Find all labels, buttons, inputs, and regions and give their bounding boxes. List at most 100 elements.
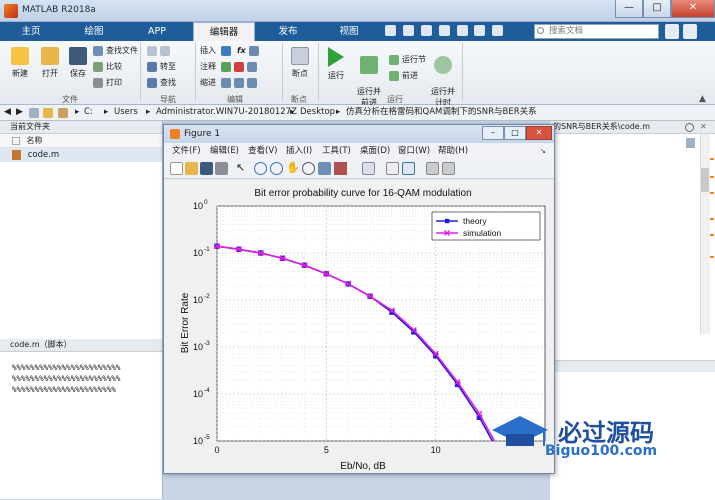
pan-icon[interactable]: ✋ <box>286 162 300 175</box>
menu-help[interactable]: 帮助(H) <box>438 143 468 159</box>
path-segment[interactable]: Desktop <box>300 105 335 120</box>
advance-button[interactable]: 前进 <box>389 69 418 82</box>
link-plot-icon[interactable] <box>362 162 375 175</box>
print-button[interactable]: 打印 <box>93 76 122 89</box>
run-button[interactable]: 运行 <box>322 47 350 81</box>
tab-plots[interactable]: 绘图 <box>68 22 120 41</box>
run-section-label: 运行节 <box>402 55 426 64</box>
select-all-checkbox[interactable] <box>12 136 20 145</box>
figure-minimize-button[interactable]: – <box>482 126 504 140</box>
run-time-button[interactable]: 运行并 计时 <box>428 47 458 108</box>
figure-maximize-button[interactable]: □ <box>504 126 526 140</box>
find-icon <box>147 77 157 88</box>
comment-button[interactable]: 注释 <box>200 60 216 73</box>
legend-marker-theory <box>445 218 450 224</box>
cut-icon[interactable] <box>402 25 414 36</box>
hide-tools-icon[interactable] <box>426 162 439 175</box>
open-button[interactable]: 打开 <box>36 47 64 79</box>
save-button[interactable]: 保存 <box>64 47 92 79</box>
figure-close-button[interactable]: ✕ <box>526 126 552 140</box>
edit-icons-row-2[interactable] <box>221 60 260 73</box>
back-icon[interactable]: ◀ <box>4 105 11 120</box>
breakpoints-label: 断点 <box>292 69 308 78</box>
close-button[interactable]: ✕ <box>671 0 715 18</box>
y-axis-label: Bit Error Rate <box>180 292 191 353</box>
code-line[interactable]: %%%%%%%%%%%%%%%%%%%%%%%% <box>0 362 162 373</box>
goto-button[interactable]: 转至 <box>147 60 176 73</box>
panel-close-icon[interactable]: ✕ <box>700 122 707 131</box>
tab-editor[interactable]: 编辑器 <box>193 22 255 41</box>
browse-folder-icon[interactable] <box>43 108 53 118</box>
fx-icon[interactable]: fx <box>237 46 246 55</box>
expand-icon[interactable] <box>683 24 697 39</box>
menu-dock-icon[interactable]: ↘ <box>540 143 546 159</box>
tab-apps[interactable]: APP <box>131 22 183 41</box>
edit-plot-icon[interactable]: ↖ <box>236 162 249 175</box>
find-button[interactable]: 查找 <box>147 76 176 89</box>
code-line[interactable]: %%%%%%%%%%%%%%%%%%%%%%% <box>0 384 162 395</box>
menu-tools[interactable]: 工具(T) <box>322 143 351 159</box>
path-segment[interactable]: 仿真分析在格雷码和QAM调制下的SNR与BER关系 <box>346 105 537 120</box>
print-figure-icon[interactable] <box>215 162 228 175</box>
up-folder-icon[interactable] <box>29 108 39 118</box>
edit-icons-row-3[interactable] <box>221 76 260 89</box>
back-forward-icons[interactable] <box>147 44 173 57</box>
find-files-button[interactable]: 查找文件 <box>93 44 138 57</box>
legend-icon[interactable] <box>402 162 415 175</box>
save-figure-icon[interactable] <box>200 162 213 175</box>
menu-window[interactable]: 窗口(W) <box>398 143 430 159</box>
zoom-out-icon[interactable] <box>270 162 283 175</box>
collapse-ribbon-icon[interactable]: ▲ <box>699 94 706 104</box>
nav-group-label: 导航 <box>160 95 176 104</box>
figure-menu-bar: 文件(F) 编辑(E) 查看(V) 插入(I) 工具(T) 桌面(D) 窗口(W… <box>164 143 554 159</box>
panel-menu-icon[interactable] <box>685 123 694 132</box>
run-time-label: 运行并 计时 <box>431 87 455 107</box>
insert-button[interactable]: 插入 <box>200 44 216 57</box>
paste-icon[interactable] <box>438 25 450 36</box>
tab-view[interactable]: 视图 <box>323 22 375 41</box>
group-separator <box>462 43 463 101</box>
address-bar: ◀ ▶ ▸ C: ▸ Users ▸ Administrator.WIN7U-2… <box>0 105 715 121</box>
group-separator <box>282 43 283 101</box>
list-item[interactable]: code.m <box>0 148 162 162</box>
code-line[interactable]: %%%%%%%%%%%%%%%%%%%%%%%% <box>0 373 162 384</box>
menu-insert[interactable]: 插入(I) <box>286 143 312 159</box>
compare-button[interactable]: 比较 <box>93 60 122 73</box>
copy-icon[interactable] <box>420 25 432 36</box>
path-segment[interactable]: C: <box>84 105 93 120</box>
new-figure-icon[interactable] <box>170 162 183 175</box>
edit-icons-row-1[interactable]: fx <box>221 44 262 57</box>
indent-label: 缩进 <box>200 78 216 87</box>
menu-view[interactable]: 查看(V) <box>248 143 277 159</box>
search-input[interactable]: 搜索文档 <box>534 24 659 39</box>
tab-home[interactable]: 主页 <box>6 22 56 41</box>
rotate-icon[interactable] <box>302 162 315 175</box>
vertical-scrollbar[interactable] <box>700 134 710 334</box>
minimize-button[interactable]: — <box>615 0 643 18</box>
indent-button[interactable]: 缩进 <box>200 76 216 89</box>
tab-publish[interactable]: 发布 <box>262 22 314 41</box>
undo-icon[interactable] <box>456 25 468 36</box>
maximize-button[interactable]: □ <box>643 0 671 18</box>
notification-icon[interactable] <box>665 24 679 39</box>
show-tools-icon[interactable] <box>442 162 455 175</box>
forward-icon[interactable]: ▶ <box>16 105 23 120</box>
path-segment[interactable]: Administrator.WIN7U-20180127Z <box>156 105 297 120</box>
zoom-in-icon[interactable] <box>254 162 267 175</box>
breakpoints-button[interactable]: 断点 <box>286 47 314 79</box>
menu-edit[interactable]: 编辑(E) <box>210 143 239 159</box>
new-button[interactable]: 新建 <box>6 47 34 79</box>
brush-icon[interactable] <box>334 162 347 175</box>
save-icon[interactable] <box>385 25 396 36</box>
help-icon[interactable] <box>492 25 504 36</box>
path-segment[interactable]: Users <box>114 105 138 120</box>
colorbar-icon[interactable] <box>386 162 399 175</box>
split-view-icon[interactable] <box>686 138 695 148</box>
column-header-name[interactable]: 名称 <box>27 136 43 145</box>
redo-icon[interactable] <box>474 25 486 36</box>
open-file-icon[interactable] <box>185 162 198 175</box>
data-cursor-icon[interactable] <box>318 162 331 175</box>
menu-desktop[interactable]: 桌面(D) <box>360 143 390 159</box>
menu-file[interactable]: 文件(F) <box>172 143 201 159</box>
run-section-button[interactable]: 运行节 <box>389 53 426 66</box>
